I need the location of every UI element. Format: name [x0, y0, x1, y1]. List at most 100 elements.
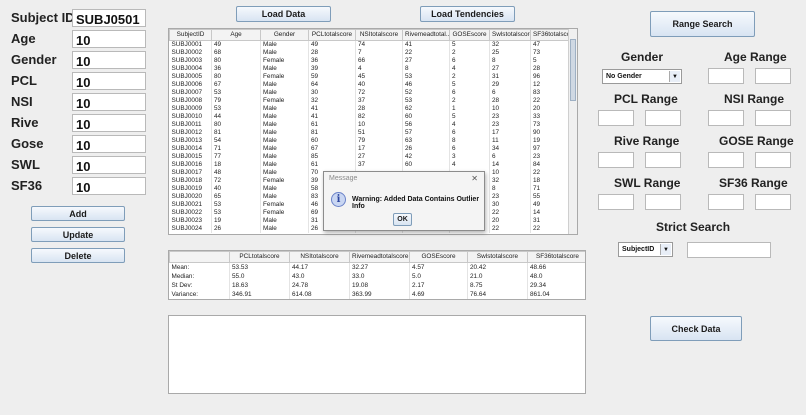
- table-row[interactable]: SUBJ0003 80 Female 36 66 27 6 8 5: [169, 57, 571, 65]
- chevron-down-icon[interactable]: ▼: [669, 71, 680, 82]
- table-cell[interactable]: 20: [489, 217, 531, 225]
- table-cell[interactable]: Male: [260, 169, 309, 177]
- nsi-max-input[interactable]: [755, 110, 791, 126]
- table-cell[interactable]: 4: [355, 65, 403, 73]
- table-cell[interactable]: 34: [489, 145, 531, 153]
- check-data-button[interactable]: Check Data: [650, 316, 742, 341]
- table-cell[interactable]: 60: [308, 137, 356, 145]
- pcl-field[interactable]: 10: [72, 72, 146, 90]
- table-cell[interactable]: 30: [489, 201, 531, 209]
- table-row[interactable]: SUBJ0013 54 Male 60 79 63 8 11 19: [169, 137, 571, 145]
- table-cell[interactable]: 8: [402, 65, 450, 73]
- table-cell[interactable]: 10: [355, 121, 403, 129]
- table-cell[interactable]: 79: [211, 97, 261, 105]
- table-row[interactable]: SUBJ0004 36 Male 39 4 8 4 27 28: [169, 65, 571, 73]
- table-cell[interactable]: 4: [449, 161, 490, 169]
- table-cell[interactable]: 8: [489, 57, 531, 65]
- table-cell[interactable]: 31: [489, 73, 531, 81]
- load-tendencies-button[interactable]: Load Tendencies: [420, 6, 515, 22]
- table-cell[interactable]: 56: [402, 121, 450, 129]
- table-cell[interactable]: Male: [260, 161, 309, 169]
- table-cell[interactable]: Male: [260, 137, 309, 145]
- grid-column-header[interactable]: Swlstotalscore: [489, 29, 531, 41]
- table-cell[interactable]: 27: [355, 153, 403, 161]
- table-cell[interactable]: 4: [449, 65, 490, 73]
- table-cell[interactable]: 6: [489, 153, 531, 161]
- range-search-button[interactable]: Range Search: [650, 11, 755, 37]
- table-cell[interactable]: 72: [355, 89, 403, 97]
- table-cell[interactable]: 67: [211, 81, 261, 89]
- table-cell[interactable]: Male: [260, 89, 309, 97]
- table-cell[interactable]: 80: [211, 57, 261, 65]
- table-cell[interactable]: Male: [260, 185, 309, 193]
- table-cell[interactable]: 20: [530, 105, 571, 113]
- grid-column-header[interactable]: Gender: [260, 29, 309, 41]
- table-cell[interactable]: SUBJ0008: [169, 97, 212, 105]
- table-cell[interactable]: 10: [489, 169, 531, 177]
- table-cell[interactable]: 1: [449, 105, 490, 113]
- table-cell[interactable]: 53: [211, 201, 261, 209]
- sf36-min-input[interactable]: [708, 194, 744, 210]
- table-cell[interactable]: 7: [355, 49, 403, 57]
- table-cell[interactable]: 23: [530, 153, 571, 161]
- table-cell[interactable]: 41: [402, 40, 450, 49]
- table-cell[interactable]: 17: [489, 129, 531, 137]
- table-cell[interactable]: 37: [355, 97, 403, 105]
- grid-scroll-thumb[interactable]: [570, 39, 576, 101]
- table-cell[interactable]: 6: [449, 57, 490, 65]
- swl-min-input[interactable]: [598, 194, 634, 210]
- table-cell[interactable]: Male: [260, 121, 309, 129]
- nsi-field[interactable]: 10: [72, 93, 146, 111]
- table-cell[interactable]: SUBJ0004: [169, 65, 212, 73]
- table-cell[interactable]: 96: [530, 73, 571, 81]
- table-cell[interactable]: 10: [489, 105, 531, 113]
- gose-min-input[interactable]: [708, 152, 744, 168]
- table-cell[interactable]: SUBJ0018: [169, 177, 212, 185]
- table-cell[interactable]: SUBJ0010: [169, 113, 212, 121]
- table-cell[interactable]: 14: [489, 161, 531, 169]
- table-cell[interactable]: 63: [402, 137, 450, 145]
- table-cell[interactable]: Female: [260, 57, 309, 65]
- table-cell[interactable]: Male: [260, 40, 309, 49]
- table-cell[interactable]: Male: [260, 217, 309, 225]
- update-button[interactable]: Update: [31, 227, 125, 242]
- table-cell[interactable]: 79: [355, 137, 403, 145]
- table-cell[interactable]: 59: [308, 73, 356, 81]
- table-cell[interactable]: Male: [260, 65, 309, 73]
- table-cell[interactable]: 53: [402, 73, 450, 81]
- table-cell[interactable]: 80: [211, 121, 261, 129]
- table-row[interactable]: SUBJ0015 77 Male 85 27 42 3 6 23: [169, 153, 571, 161]
- table-cell[interactable]: SUBJ0024: [169, 225, 212, 233]
- grid-column-header[interactable]: GOSEscore: [449, 29, 490, 41]
- table-cell[interactable]: 45: [355, 73, 403, 81]
- table-cell[interactable]: Male: [260, 113, 309, 121]
- nsi-min-input[interactable]: [708, 110, 744, 126]
- gose-field[interactable]: 10: [72, 135, 146, 153]
- table-cell[interactable]: 54: [211, 137, 261, 145]
- table-cell[interactable]: 68: [211, 49, 261, 57]
- table-cell[interactable]: SUBJ0014: [169, 145, 212, 153]
- table-cell[interactable]: SUBJ0005: [169, 73, 212, 81]
- table-cell[interactable]: SUBJ0006: [169, 81, 212, 89]
- table-cell[interactable]: 41: [308, 105, 356, 113]
- swl-field[interactable]: 10: [72, 156, 146, 174]
- age-max-input[interactable]: [755, 68, 791, 84]
- table-cell[interactable]: 22: [402, 49, 450, 57]
- rive-field[interactable]: 10: [72, 114, 146, 132]
- table-cell[interactable]: 49: [211, 40, 261, 49]
- table-cell[interactable]: SUBJ0009: [169, 105, 212, 113]
- table-cell[interactable]: 2: [449, 49, 490, 57]
- table-cell[interactable]: 53: [211, 209, 261, 217]
- table-cell[interactable]: SUBJ0012: [169, 129, 212, 137]
- table-cell[interactable]: SUBJ0001: [169, 40, 212, 49]
- table-cell[interactable]: Male: [260, 225, 309, 233]
- age-min-input[interactable]: [708, 68, 744, 84]
- table-cell[interactable]: 71: [530, 185, 571, 193]
- rive-min-input[interactable]: [598, 152, 634, 168]
- table-cell[interactable]: 22: [530, 97, 571, 105]
- table-cell[interactable]: 55: [530, 193, 571, 201]
- table-cell[interactable]: 4: [449, 121, 490, 129]
- table-cell[interactable]: 23: [489, 193, 531, 201]
- table-cell[interactable]: 32: [489, 177, 531, 185]
- table-cell[interactable]: 44: [211, 113, 261, 121]
